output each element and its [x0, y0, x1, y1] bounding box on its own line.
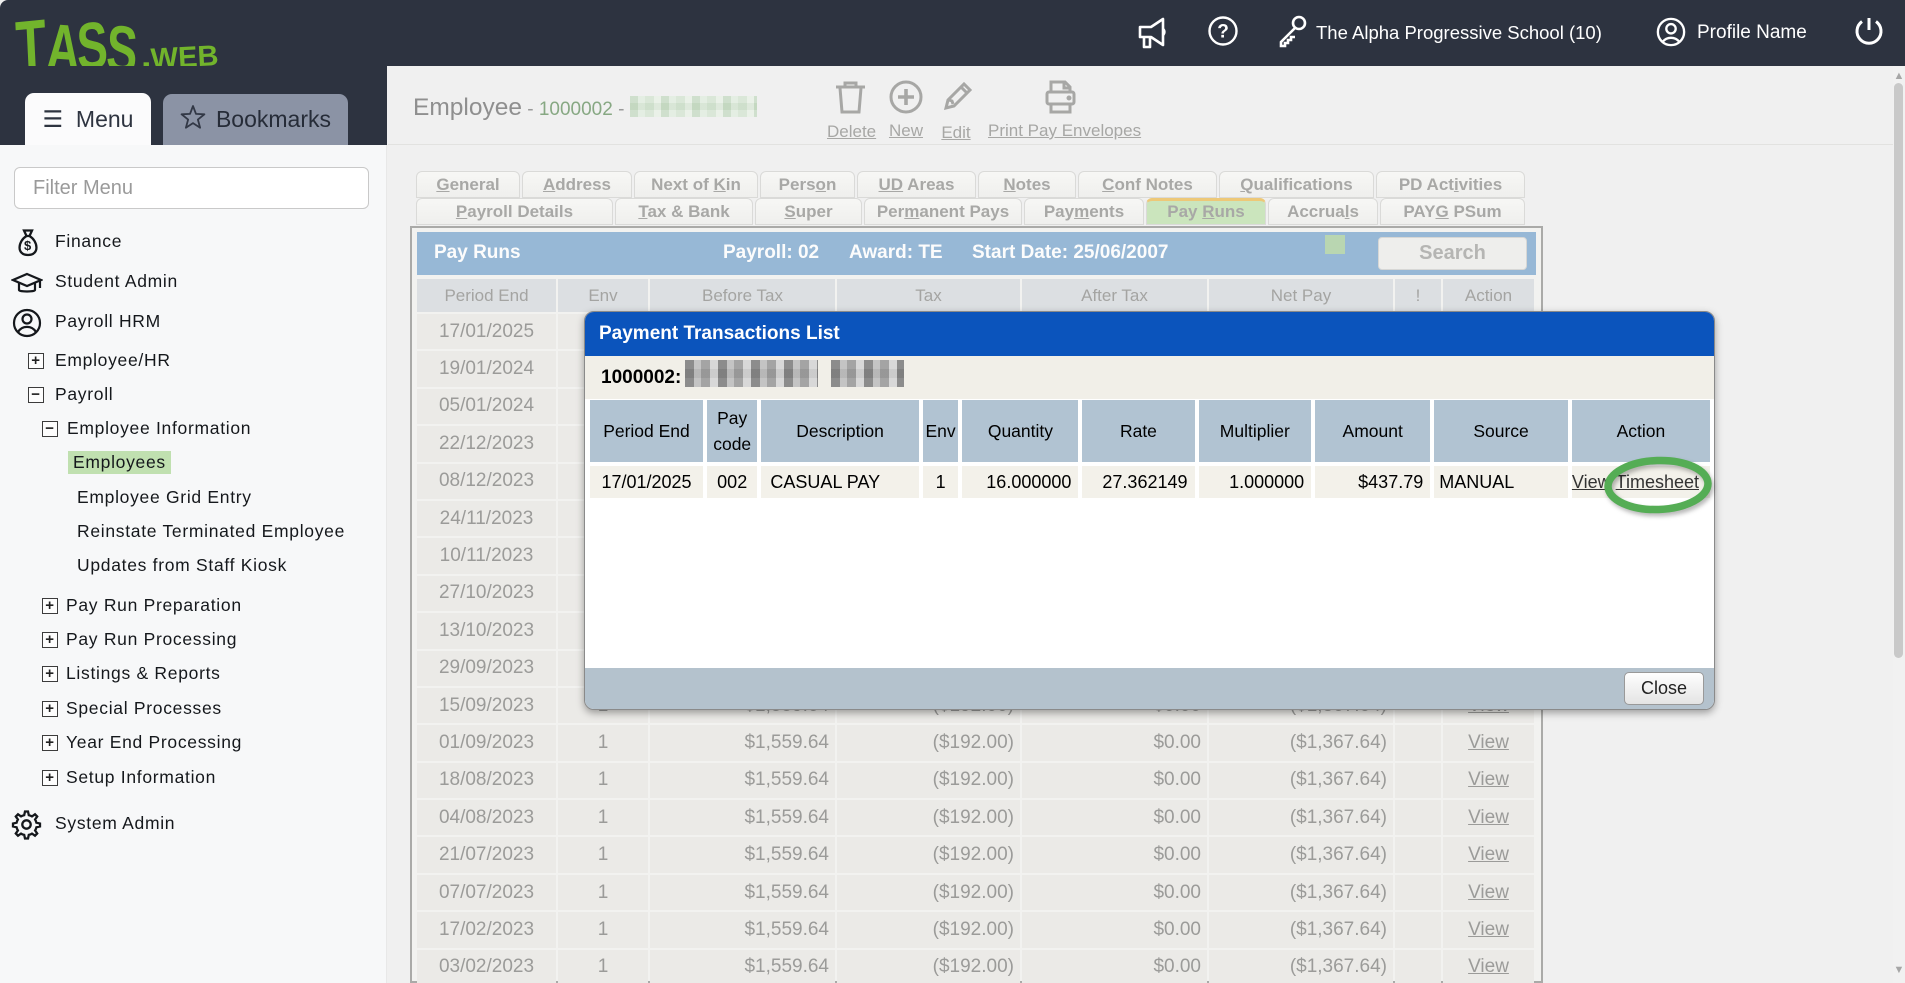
svg-text:?: ? — [1217, 22, 1229, 43]
svg-text:$: $ — [24, 238, 32, 253]
